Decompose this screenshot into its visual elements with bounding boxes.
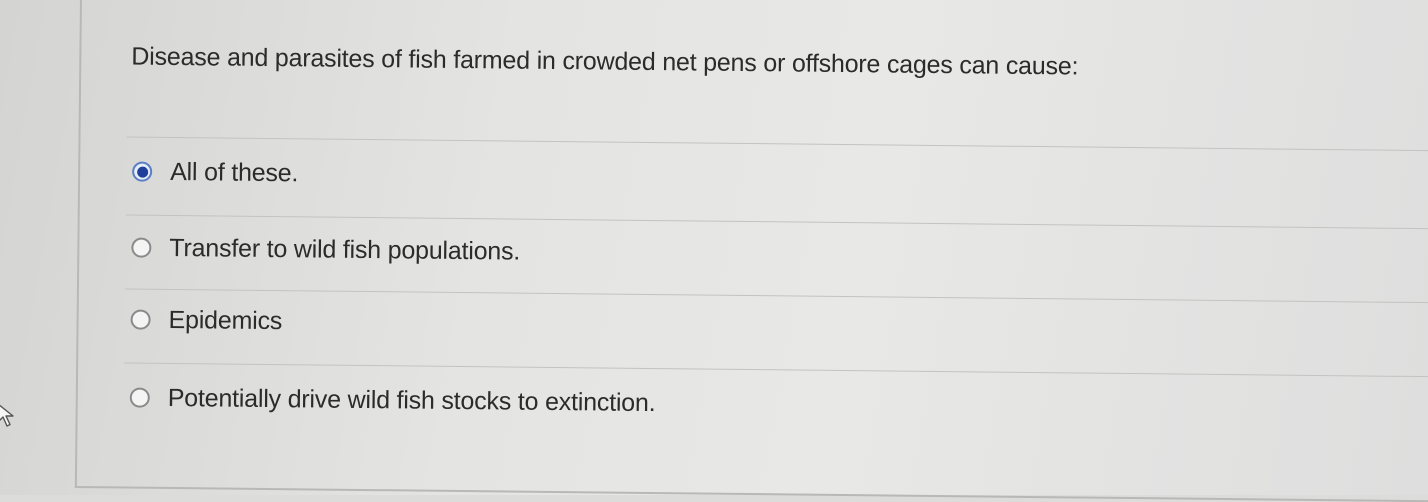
question-text: Disease and parasites of fish farmed in … [131, 42, 1079, 81]
divider [126, 136, 1428, 152]
divider [125, 214, 1428, 230]
divider [124, 362, 1428, 378]
option-label: Epidemics [168, 305, 283, 335]
divider [124, 288, 1428, 304]
radio-button[interactable] [131, 237, 152, 258]
option-label: Potentially drive wild fish stocks to ex… [167, 383, 656, 417]
question-panel: Disease and parasites of fish farmed in … [74, 0, 1428, 502]
option-label: All of these. [170, 157, 299, 187]
option-epidemics[interactable]: Epidemics [130, 303, 282, 339]
option-transfer-to-wild[interactable]: Transfer to wild fish populations. [131, 231, 520, 269]
radio-button[interactable] [129, 387, 150, 408]
option-all-of-these[interactable]: All of these. [132, 155, 298, 191]
screen: Disease and parasites of fish farmed in … [0, 0, 1428, 502]
radio-dot-icon [136, 166, 148, 178]
mouse-pointer-icon [0, 404, 14, 427]
option-label: Transfer to wild fish populations. [169, 233, 521, 266]
radio-button[interactable] [130, 309, 151, 330]
option-extinction[interactable]: Potentially drive wild fish stocks to ex… [129, 381, 656, 421]
radio-button-selected[interactable] [132, 161, 153, 182]
